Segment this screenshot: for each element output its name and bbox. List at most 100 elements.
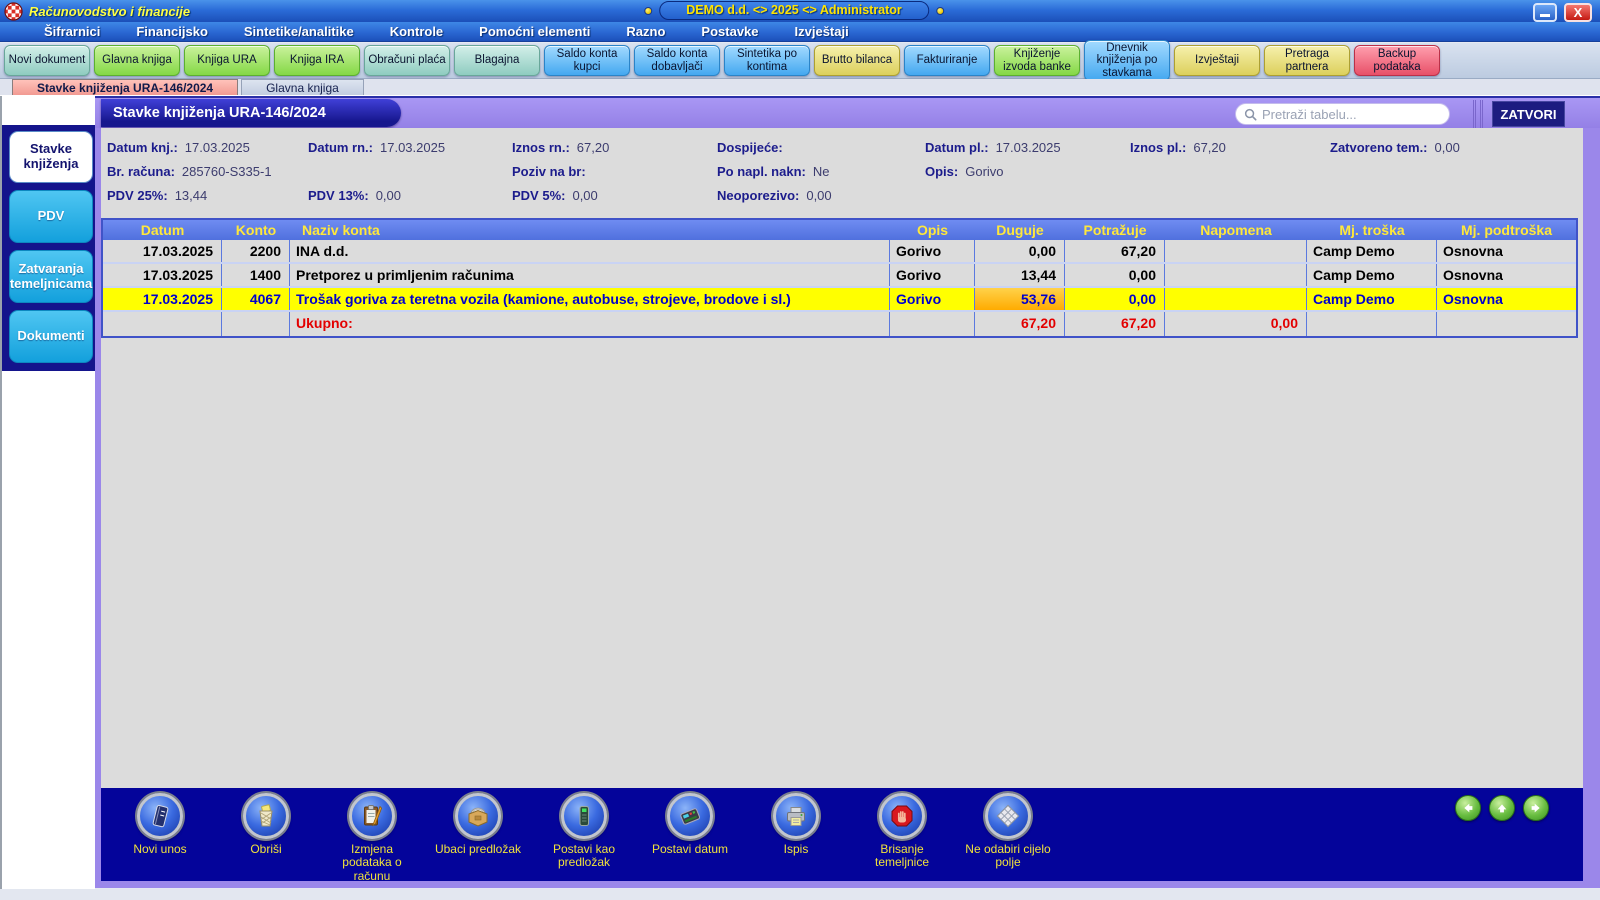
clipboard-pencil-icon — [364, 805, 383, 827]
field-zatvoreno-tem: Zatvoreno tem.: 0,00 — [1330, 140, 1460, 155]
menu-item-kontrole[interactable]: Kontrole — [390, 24, 443, 39]
document-tab-strip: Stavke knjiženja URA-146/2024 Glavna knj… — [0, 79, 1600, 96]
column-header-naziv-konta[interactable]: Naziv konta — [290, 220, 890, 240]
menu-item-razno[interactable]: Razno — [626, 24, 665, 39]
nav-right-button[interactable] — [1523, 795, 1549, 821]
action-ubaci-predlozak[interactable]: Ubaci predložak — [425, 793, 531, 881]
toolbar-button-brutto-bilanca[interactable]: Brutto bilanca — [814, 45, 900, 76]
field-datum-rn: Datum rn.: 17.03.2025 — [308, 140, 446, 155]
action-izmjena-podataka[interactable]: Izmjena podataka o računu — [319, 793, 425, 881]
toolbar-button-saldo-konta-kupci[interactable]: Saldo konta kupci — [544, 45, 630, 76]
window-bottom-edge — [0, 889, 1600, 900]
action-brisanje-temeljnice[interactable]: Brisanje temeljnice — [849, 793, 955, 881]
total-label: Ukupno: — [290, 312, 890, 336]
action-ispis[interactable]: Ispis — [743, 793, 849, 881]
search-icon — [1244, 108, 1257, 121]
session-badge-wrap: DEMO d.d. <> 2025 <> Administrator — [644, 1, 944, 20]
tab-stavke-knjizenja-ura[interactable]: Stavke knjiženja URA-146/2024 — [12, 79, 239, 95]
active-cell[interactable]: 53,76 — [975, 288, 1065, 310]
keyboard-icon — [996, 804, 1020, 828]
menu-item-izvjestaji[interactable]: Izvještaji — [795, 24, 849, 39]
toolbar-button-glavna-knjiga[interactable]: Glavna knjiga — [94, 45, 180, 76]
sidebar-tab-zatvaranja-temeljnicama[interactable]: Zatvaranja temeljnicama — [9, 250, 93, 303]
toolbar-button-knjiga-ira[interactable]: Knjiga IRA — [274, 45, 360, 76]
field-pdv-13: PDV 13%: 0,00 — [308, 188, 402, 203]
field-opis: Opis: Gorivo — [925, 164, 1004, 179]
column-header-konto[interactable]: Konto — [222, 220, 290, 240]
search-input[interactable] — [1262, 106, 1441, 122]
action-postavi-datum[interactable]: Postavi datum — [637, 793, 743, 881]
table-row[interactable]: 17.03.2025 2200 INA d.d. Gorivo 0,00 67,… — [103, 240, 1576, 264]
toolbar-button-obracuni-placa[interactable]: Obračuni plaća — [364, 45, 450, 76]
menu-item-sintetike-analitike[interactable]: Sintetike/analitike — [244, 24, 354, 39]
table-total-row: Ukupno: 67,20 67,20 0,00 — [103, 312, 1576, 336]
column-header-napomena[interactable]: Napomena — [1165, 220, 1307, 240]
field-poziv-na-br: Poziv na br: — [512, 164, 586, 179]
column-header-opis[interactable]: Opis — [890, 220, 975, 240]
zatvori-button[interactable]: ZATVORI — [1492, 101, 1565, 127]
field-br-racuna: Br. računa: 285760-S335-1 — [107, 164, 272, 179]
title-bar: Računovodstvo i financije DEMO d.d. <> 2… — [0, 0, 1600, 22]
field-iznos-rn: Iznos rn.: 67,20 — [512, 140, 610, 155]
nav-up-button[interactable] — [1489, 795, 1515, 821]
arrow-right-icon — [1531, 803, 1540, 813]
sidebar-tab-block: Stavke knjiženja PDV Zatvaranja temeljni… — [2, 125, 97, 371]
toolbar-button-saldo-konta-dobavljaci[interactable]: Saldo konta dobavljači — [634, 45, 720, 76]
table-header-row: Datum Konto Naziv konta Opis Duguje Potr… — [103, 220, 1576, 240]
toolbar-button-knjiga-ura[interactable]: Knjiga URA — [184, 45, 270, 76]
column-header-potrazuje[interactable]: Potražuje — [1065, 220, 1165, 240]
sidebar-tab-dokumenti[interactable]: Dokumenti — [9, 310, 93, 363]
panel-title: Stavke knjiženja URA-146/2024 — [101, 99, 401, 127]
panel-header: Stavke knjiženja URA-146/2024 ZATVORI — [95, 96, 1600, 128]
bookings-table: Datum Konto Naziv konta Opis Duguje Potr… — [101, 218, 1578, 338]
left-sidebar: Stavke knjiženja PDV Zatvaranja temeljni… — [0, 96, 97, 900]
field-datum-pl: Datum pl.: 17.03.2025 — [925, 140, 1061, 155]
field-datum-knj: Datum knj.: 17.03.2025 — [107, 140, 250, 155]
toolbar-button-pretraga-partnera[interactable]: Pretraga partnera — [1264, 45, 1350, 76]
table-row-selected[interactable]: 17.03.2025 4067 Trošak goriva za teretna… — [103, 288, 1576, 312]
total-potrazuje: 67,20 — [1065, 312, 1165, 336]
printer-icon — [787, 807, 805, 826]
sidebar-tab-stavke-knjizenja[interactable]: Stavke knjiženja — [9, 131, 93, 183]
menu-item-postavke[interactable]: Postavke — [701, 24, 758, 39]
toolbar-button-fakturiranje[interactable]: Fakturiranje — [904, 45, 990, 76]
column-header-mj-podtroska[interactable]: Mj. podtroška — [1437, 220, 1576, 240]
menu-bar: Šifrarnici Financijsko Sintetike/analiti… — [0, 22, 1600, 42]
action-ne-odabiri-cijelo-polje[interactable]: Ne odabiri cijelo polje — [955, 793, 1061, 881]
toolbar-button-dnevnik-knjizenja[interactable]: Dnevnik knjiženja po stavkama — [1084, 39, 1170, 82]
notebook-icon — [152, 805, 169, 828]
toolbar-button-sintetika-po-kontima[interactable]: Sintetika po kontima — [724, 45, 810, 76]
app-window: { "window": { "app_title": "Računovodstv… — [0, 0, 1600, 900]
decoration-dot — [644, 6, 653, 15]
sidebar-tab-pdv[interactable]: PDV — [9, 190, 93, 243]
stop-hand-icon — [891, 805, 913, 827]
action-postavi-kao-predlozak[interactable]: Postavi kao predložak — [531, 793, 637, 881]
menu-item-pomocni-elementi[interactable]: Pomoćni elementi — [479, 24, 590, 39]
minimize-button[interactable] — [1533, 3, 1557, 22]
column-header-datum[interactable]: Datum — [103, 220, 222, 240]
field-po-napl-nakn: Po napl. nakn: Ne — [717, 164, 830, 179]
action-obrisi[interactable]: Obriši — [213, 793, 319, 881]
arrow-left-icon — [1464, 803, 1473, 813]
toolbar-button-blagajna[interactable]: Blagajna — [454, 45, 540, 76]
field-neoporezivo: Neoporezivo: 0,00 — [717, 188, 832, 203]
menu-item-financijsko[interactable]: Financijsko — [136, 24, 208, 39]
toolbar-button-novi-dokument[interactable]: Novi dokument — [4, 45, 90, 76]
toolbar-button-knjizenje-izvoda-banke[interactable]: Knjiženje izvoda banke — [994, 45, 1080, 76]
column-header-duguje[interactable]: Duguje — [975, 220, 1065, 240]
action-novi-unos[interactable]: Novi unos — [107, 793, 213, 881]
table-search[interactable] — [1235, 103, 1450, 125]
table-row[interactable]: 17.03.2025 1400 Pretporez u primljenim r… — [103, 264, 1576, 288]
tab-glavna-knjiga[interactable]: Glavna knjiga — [241, 79, 364, 95]
nav-left-button[interactable] — [1455, 795, 1481, 821]
device-icon — [579, 806, 589, 826]
action-bar: Novi unos Obriši Izmjena podataka o raču… — [101, 788, 1583, 881]
field-dospijece: Dospijeće: — [717, 140, 783, 155]
menu-item-sifrarnici[interactable]: Šifrarnici — [44, 24, 100, 39]
field-iznos-pl: Iznos pl.: 67,20 — [1130, 140, 1226, 155]
toolbar-button-backup-podataka[interactable]: Backup podataka — [1354, 45, 1440, 76]
column-header-mj-troska[interactable]: Mj. troška — [1307, 220, 1437, 240]
close-button[interactable]: X — [1564, 3, 1592, 22]
toolbar-button-izvjestaji[interactable]: Izvještaji — [1174, 45, 1260, 76]
field-pdv-25: PDV 25%: 13,44 — [107, 188, 208, 203]
